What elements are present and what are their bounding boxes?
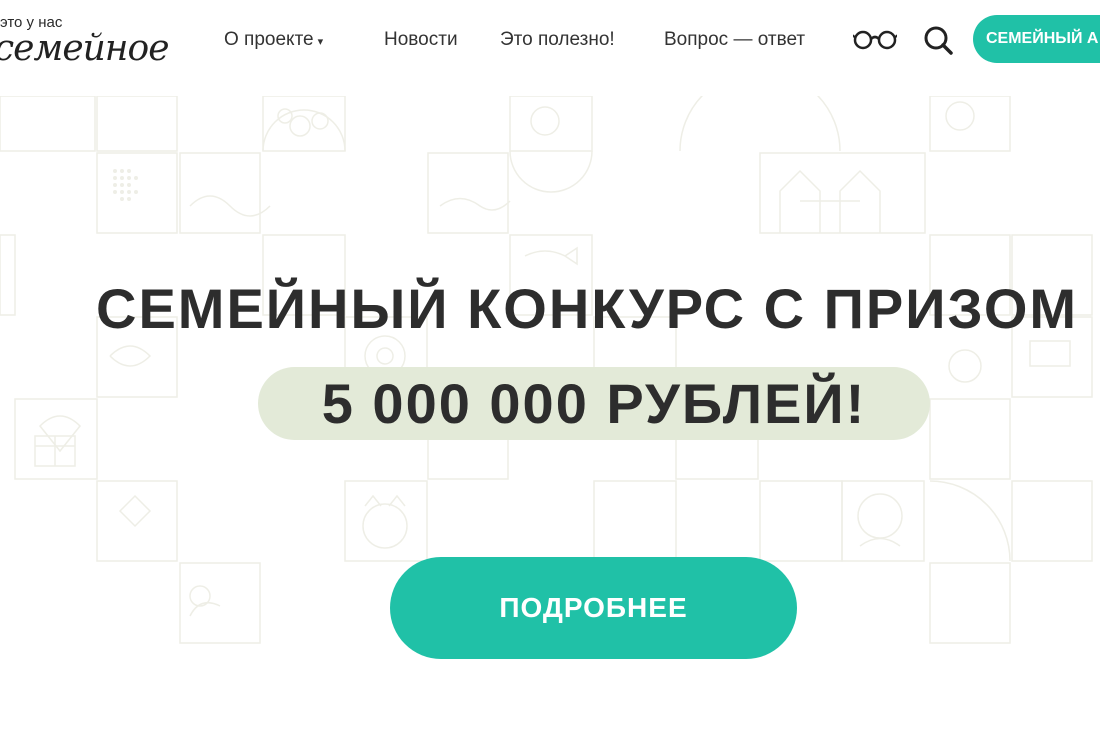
search-icon[interactable]: [922, 24, 954, 61]
glasses-icon[interactable]: [852, 28, 898, 55]
site-header: это у нас семейное О проекте ▾ Новости Эт…: [0, 0, 1100, 84]
nav-item-about-label: О проекте: [224, 29, 314, 50]
more-details-button[interactable]: ПОДРОБНЕЕ: [390, 557, 797, 659]
logo-main-word: семейное: [0, 28, 169, 69]
prize-amount: 5 000 000 РУБЛЕЙ!: [321, 372, 867, 435]
nav-item-news[interactable]: Новости: [384, 29, 458, 51]
prize-amount-highlight: 5 000 000 РУБЛЕЙ!: [258, 367, 930, 440]
nav-item-about[interactable]: О проекте ▾: [224, 29, 323, 51]
hero-title: СЕМЕЙНЫЙ КОНКУРС С ПРИЗОМ: [96, 277, 1079, 340]
nav-item-useful[interactable]: Это полезно!: [500, 29, 615, 51]
family-cta-button[interactable]: СЕМЕЙНЫЙ А: [973, 15, 1100, 63]
caret-down-icon: ▾: [317, 36, 324, 48]
nav-item-faq[interactable]: Вопрос — ответ: [664, 29, 805, 51]
